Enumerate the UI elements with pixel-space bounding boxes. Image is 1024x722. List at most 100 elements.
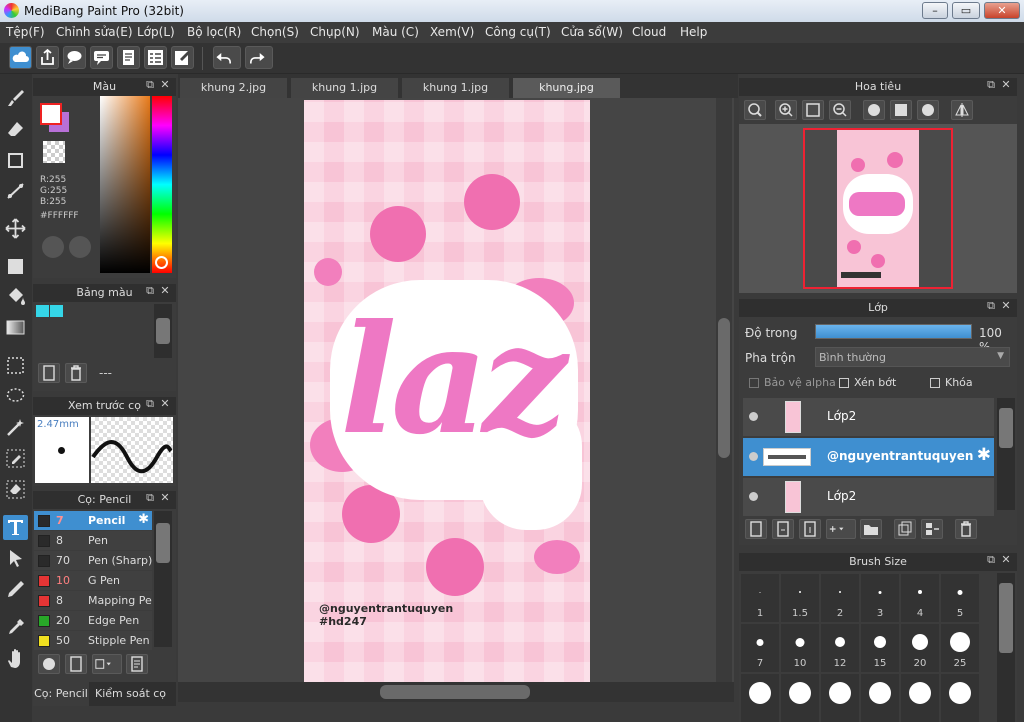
rotate-right-icon[interactable] [917,100,939,120]
brush-size-option[interactable] [861,674,899,722]
menu-file[interactable]: Tệp(F) [6,25,45,39]
visibility-eye-icon[interactable] [749,452,758,461]
menu-snap[interactable]: Chụp(N) [310,25,360,39]
brush-size-option[interactable]: 7 [741,624,779,672]
eyedropper-icon[interactable] [3,615,28,640]
new-brush-icon[interactable] [65,654,87,674]
brush-size-option[interactable]: 10 [781,624,819,672]
layer-list-scrollbar[interactable] [997,398,1015,510]
undock-icon[interactable]: ⧉ [144,285,156,297]
new-layer-1bit-icon[interactable] [799,519,821,539]
tab-brush[interactable]: Cọ: Pencil [33,682,89,706]
bucket-icon[interactable] [3,284,28,309]
zoom-in-icon[interactable] [744,100,766,120]
brush-size-option[interactable]: 20 [901,624,939,672]
rectangle-icon[interactable] [3,148,28,173]
brush-size-option[interactable]: 1 [741,574,779,622]
protect-alpha-checkbox[interactable] [749,378,759,388]
add-layer-menu-icon[interactable] [826,519,856,539]
tab-document[interactable]: khung 2.jpg [180,78,288,98]
select-rect-icon[interactable] [3,353,28,378]
brush-item[interactable]: 70 Pen (Sharp) [34,551,152,570]
menu-window[interactable]: Cửa sổ(W) [561,25,623,39]
tab-brush-control[interactable]: Kiểm soát cọ [95,682,166,706]
brush-add-icon[interactable] [38,654,60,674]
text-icon[interactable] [3,515,28,540]
delete-layer-icon[interactable] [955,519,977,539]
share-icon[interactable] [36,46,59,69]
fill-rect-icon[interactable] [3,254,28,279]
undock-icon[interactable]: ⧉ [144,79,156,91]
transparent-color-swatch[interactable] [43,141,65,163]
vertical-scrollbar[interactable] [716,98,732,682]
close-icon[interactable]: ✕ [159,398,171,410]
close-icon[interactable]: ✕ [159,79,171,91]
brush-size-option[interactable] [741,674,779,722]
artwork-canvas[interactable]: laz @nguyentrantuquyen #hd247 [304,100,590,682]
brush-size-option[interactable] [941,674,979,722]
brush-item[interactable]: 50 Stipple Pen [34,631,152,650]
undock-icon[interactable]: ⧉ [985,554,997,566]
brush-item[interactable]: 7 Pencil ✱ [34,511,152,530]
opacity-slider[interactable] [815,324,972,339]
hand-icon[interactable] [3,646,28,671]
new-layer-icon[interactable] [745,519,767,539]
brush-settings-icon[interactable] [126,654,148,674]
tab-document[interactable]: khung 1.jpg [291,78,399,98]
redo-icon[interactable] [245,46,273,69]
brush-item[interactable]: 8 Mapping Pen [34,591,152,610]
palette-icon[interactable] [42,236,64,258]
canvas-area[interactable]: laz @nguyentrantuquyen #hd247 [178,98,734,682]
undock-icon[interactable]: ⧉ [144,492,156,504]
horizontal-scrollbar[interactable] [178,682,734,702]
saturation-value-picker[interactable] [100,96,150,273]
brush-list-scrollbar[interactable] [154,511,172,647]
hue-handle[interactable] [155,256,168,269]
gear-icon[interactable]: ✱ [138,512,149,527]
actual-size-icon[interactable] [890,100,912,120]
brush-item[interactable]: 20 Edge Pen [34,611,152,630]
brush-size-option[interactable] [901,674,939,722]
new-layer-8bit-icon[interactable] [772,519,794,539]
rotate-left-icon[interactable] [863,100,885,120]
brush-size-option[interactable]: 1.5 [781,574,819,622]
brush-size-option[interactable]: 12 [821,624,859,672]
folder-icon[interactable] [860,519,882,539]
palette-scrollbar[interactable] [154,304,172,358]
comment-icon[interactable] [63,46,86,69]
close-icon[interactable]: ✕ [1000,79,1012,91]
tab-document-active[interactable]: khung.jpg [513,78,621,98]
brush-icon[interactable] [3,86,28,111]
flip-horizontal-icon[interactable] [951,100,973,120]
undock-icon[interactable]: ⧉ [985,300,997,312]
brush-size-option[interactable]: 2 [821,574,859,622]
menu-filter[interactable]: Bộ lọc(R) [187,25,241,39]
select-eraser-icon[interactable] [3,477,28,502]
visibility-eye-icon[interactable] [749,412,758,421]
menu-cloud[interactable]: Cloud [632,25,666,39]
brush-size-option[interactable]: 5 [941,574,979,622]
menu-color[interactable]: Màu (C) [372,25,419,39]
menu-view[interactable]: Xem(V) [430,25,474,39]
gradient-icon[interactable] [3,315,28,340]
brush-size-option[interactable]: 15 [861,624,899,672]
undock-icon[interactable]: ⧉ [144,398,156,410]
palette-swatch[interactable] [36,305,49,317]
eraser-icon[interactable] [3,117,28,142]
visibility-eye-icon[interactable] [749,492,758,501]
clipping-checkbox[interactable] [839,378,849,388]
close-icon[interactable]: ✕ [159,285,171,297]
brush-size-option[interactable]: 4 [901,574,939,622]
gear-icon[interactable]: ✱ [977,445,991,465]
dot-line-icon[interactable] [3,178,28,203]
merge-layer-icon[interactable] [921,519,943,539]
select-pen-icon[interactable] [3,446,28,471]
brush-size-option[interactable] [821,674,859,722]
delete-icon[interactable] [65,363,87,383]
close-icon[interactable]: ✕ [1000,554,1012,566]
close-icon[interactable]: ✕ [159,492,171,504]
move-icon[interactable] [3,216,28,241]
horizontal-scroll-thumb[interactable] [380,685,530,699]
undo-icon[interactable] [213,46,241,69]
brush-size-option[interactable]: 25 [941,624,979,672]
